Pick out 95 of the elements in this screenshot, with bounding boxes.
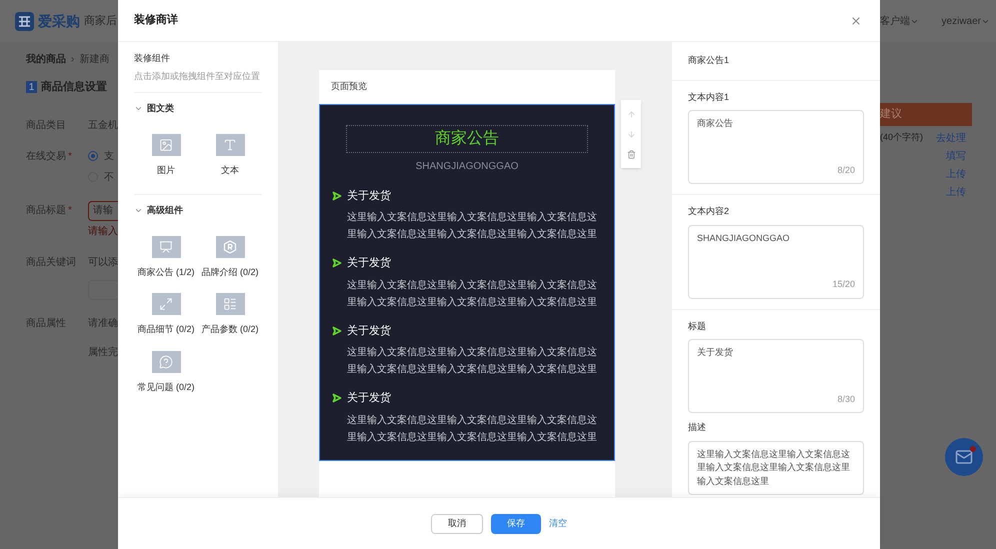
text-area[interactable]: SHANGJIAGONGGAO 15/20: [688, 224, 864, 298]
notice-item-text: 这里输入文案信息这里输入文案信息这里输入文案信息这里输入文案信息这里输入文案信息这里输入文案信息这里: [347, 414, 598, 444]
notice-item-title: 关于发货: [347, 188, 391, 204]
field-label: 文本内容1: [688, 90, 730, 104]
help-icon: [159, 354, 173, 368]
section-title: 商品信息设置: [41, 80, 107, 95]
component-label: 品牌介绍 (0/2): [201, 266, 258, 279]
form-value: 五金机: [88, 118, 118, 132]
char-counter: 8/30: [837, 392, 855, 406]
notice-heading: 商家公告: [435, 128, 499, 148]
component-label: 常见问题 (0/2): [137, 380, 194, 394]
component-label: 文本: [221, 164, 239, 176]
error-text: 请输入: [88, 224, 118, 238]
play-icon: [332, 326, 342, 336]
expand-icon: [159, 297, 173, 311]
text-icon: [223, 138, 237, 152]
delete-icon[interactable]: [626, 150, 636, 158]
component-tile[interactable]: [152, 134, 180, 156]
breadcrumb-link[interactable]: 我的商品: [26, 52, 66, 67]
form-label: 在线交易: [26, 150, 66, 164]
list-icon: [223, 297, 237, 311]
play-icon: [332, 393, 342, 404]
breadcrumb-separator: ›: [71, 53, 74, 67]
action-link[interactable]: 填写: [946, 149, 966, 164]
breadcrumb-link[interactable]: 新建商: [79, 52, 110, 67]
field-value: 这里输入文案信息这里输入文案信息这里输入文案信息这里输入文案信息这里输入文案信息这里: [697, 448, 851, 488]
component-tile[interactable]: [216, 236, 244, 258]
text-area[interactable]: 关于发货 8/30: [688, 339, 864, 413]
form-value: 请准确: [88, 316, 118, 330]
logo-text: 爱采购: [38, 12, 80, 30]
hint-text: (40个字符): [880, 131, 924, 144]
user-menu[interactable]: yeziwaer: [942, 14, 990, 28]
step-number: 1: [26, 81, 37, 94]
client-menu[interactable]: 客户端: [880, 14, 919, 28]
field-value: 商家公告: [697, 117, 734, 130]
field-label: 标题: [688, 320, 707, 332]
notice-subheading: SHANGJIAGONGGAO: [416, 160, 518, 174]
char-counter: 8/20: [837, 164, 855, 176]
notice-item-title: 关于发货: [347, 256, 391, 271]
form-label: 商品类目: [26, 118, 66, 132]
banner-text: 建议: [880, 107, 902, 122]
component-tile[interactable]: [152, 350, 180, 372]
modal-title: 装修商详: [134, 12, 178, 28]
notice-item-title: 关于发货: [347, 324, 391, 338]
notice-item-text: 这里输入文案信息这里输入文案信息这里输入文案信息这里输入文案信息这里输入文案信息这里输入文案信息这里: [347, 346, 598, 377]
component-label: 商家公告 (1/2): [137, 266, 194, 279]
move-down-icon[interactable]: [626, 130, 636, 138]
notice-item-title: 关于发货: [347, 390, 391, 406]
radio-button[interactable]: [88, 151, 98, 161]
text-area[interactable]: 这里输入文案信息这里输入文案信息这里输入文案信息这里输入文案信息这里输入文案信息这里: [688, 440, 864, 495]
form-note: 属性完: [88, 346, 118, 360]
component-tile[interactable]: [152, 236, 180, 258]
notice-item-text: 这里输入文案信息这里输入文案信息这里输入文案信息这里输入文案信息这里输入文案信息这里输入文案信息这里: [347, 278, 598, 310]
mail-icon: [955, 448, 973, 466]
component-label: 图片: [157, 164, 175, 176]
footer-button[interactable]: 保存: [491, 514, 541, 534]
board-icon: [159, 240, 173, 254]
form-label: 商品属性: [26, 316, 66, 330]
char-counter: 15/20: [832, 278, 855, 291]
preview-title: 页面预览: [330, 80, 368, 93]
settings-title: 商家公告1: [672, 42, 880, 80]
panel-hint: 点击添加或拖拽组件至对应位置: [134, 70, 261, 82]
image-icon: [159, 138, 173, 152]
registered-icon: [223, 240, 237, 254]
form-label: 商品关键词: [26, 256, 76, 270]
clear-link[interactable]: 清空: [549, 516, 567, 530]
component-tile[interactable]: [152, 293, 180, 315]
field-value: SHANGJIAGONGGAO: [697, 232, 791, 244]
panel-title: 装修组件: [134, 52, 171, 65]
play-icon: [332, 190, 342, 201]
radio-label: 支: [104, 150, 114, 164]
play-icon: [332, 258, 342, 268]
logo-subtitle: 商家后: [84, 14, 117, 29]
move-up-icon[interactable]: [626, 110, 636, 118]
logo-icon: [15, 12, 34, 30]
form-label: 商品标题: [26, 204, 66, 218]
required-mark: *: [68, 150, 72, 164]
component-label: 商品细节 (0/2): [137, 323, 194, 336]
field-label: 文本内容2: [688, 205, 730, 218]
component-label: 产品参数 (0/2): [201, 323, 258, 336]
notice-block[interactable]: [319, 104, 615, 460]
group-header[interactable]: 高级组件: [134, 204, 262, 218]
footer-button[interactable]: 取消: [431, 514, 483, 534]
close-icon: [850, 14, 862, 26]
hint-text: 可以添: [88, 256, 118, 270]
field-label: 描述: [688, 421, 707, 434]
message-button[interactable]: [945, 438, 983, 476]
required-mark: *: [68, 204, 72, 218]
field-value: 关于发货: [697, 346, 734, 359]
radio-label: 不: [104, 170, 114, 184]
notice-item-text: 这里输入文案信息这里输入文案信息这里输入文案信息这里输入文案信息这里输入文案信息这里输入文案信息这里: [347, 210, 598, 242]
component-tile[interactable]: [216, 293, 244, 315]
component-tile[interactable]: [216, 134, 244, 156]
group-header[interactable]: 图文类: [134, 102, 262, 116]
text-area[interactable]: 商家公告 8/20: [688, 110, 864, 184]
